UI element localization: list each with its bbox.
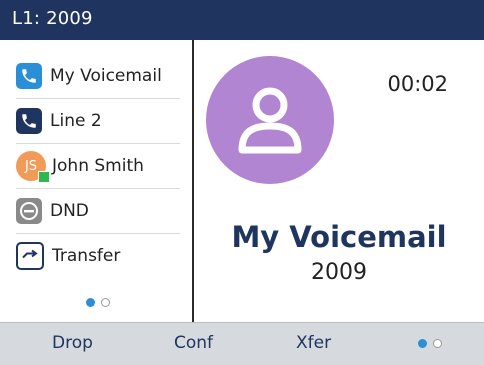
conf-softkey[interactable]: Conf [174, 333, 213, 353]
line-key-john-smith[interactable]: JS John Smith [16, 144, 180, 189]
softkey-bar: Drop Conf Xfer [0, 322, 484, 365]
line-label: L1: 2009 [12, 8, 93, 29]
line-key-panel: My Voicemail Line 2 JS John Smith DND Tr… [0, 40, 194, 322]
page-dot-active [418, 339, 427, 348]
line-key-dnd[interactable]: DND [16, 189, 180, 234]
page-dot-active [86, 298, 95, 307]
phone-icon [16, 63, 42, 89]
status-bar: L1: 2009 [0, 0, 484, 40]
line-key-label: DND [50, 201, 89, 221]
caller-number: 2009 [311, 260, 367, 285]
line-key-label: Transfer [52, 246, 121, 266]
transfer-arrow-icon [16, 242, 44, 270]
contact-avatar: JS [16, 151, 50, 183]
presence-indicator [38, 171, 50, 183]
phone-icon [16, 108, 42, 134]
dnd-icon [16, 198, 42, 224]
line-key-label: My Voicemail [50, 66, 162, 86]
call-panel: 00:02 My Voicemail 2009 [194, 40, 484, 322]
line-key-label: John Smith [52, 156, 144, 176]
softkey-page-indicator [418, 339, 442, 348]
drop-softkey[interactable]: Drop [52, 333, 93, 353]
avatar-initials: JS [24, 158, 38, 174]
caller-name: My Voicemail [231, 220, 447, 254]
line-key-page-indicator [86, 298, 110, 307]
page-dot-inactive [101, 298, 110, 307]
page-dot-inactive [433, 339, 442, 348]
call-timer: 00:02 [387, 72, 448, 96]
line-key-line-2[interactable]: Line 2 [16, 99, 180, 144]
line-key-label: Line 2 [50, 111, 102, 131]
xfer-softkey[interactable]: Xfer [296, 333, 331, 353]
phone-screen: L1: 2009 My Voicemail Line 2 JS John Smi… [0, 0, 484, 365]
line-key-transfer[interactable]: Transfer [16, 234, 180, 278]
line-key-my-voicemail[interactable]: My Voicemail [16, 54, 180, 99]
caller-avatar-icon [206, 56, 334, 184]
